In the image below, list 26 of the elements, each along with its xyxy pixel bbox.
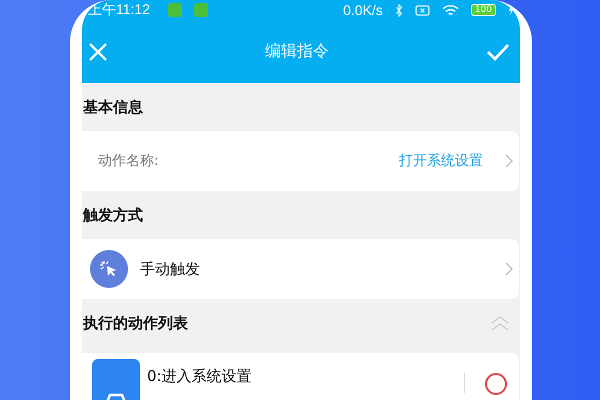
field-label: 动作名称: [98,152,159,170]
section-header: 执行的动作列表 [83,314,189,332]
chevron-icon [505,262,513,276]
trigger-row[interactable]: 手动触发 [82,239,519,299]
screen-title: 编辑指令 [264,41,330,62]
trigger-label: 手动触发 [140,260,200,278]
checkmark-icon[interactable] [486,42,510,62]
chevron-icon [505,154,513,168]
cursor-click-icon [90,250,128,288]
wifi-icon [442,4,459,16]
collapse-icon[interactable] [490,315,510,331]
remove-icon[interactable] [485,373,507,395]
action-name-row[interactable]: 动作名称: 打开系统设置 [82,131,519,191]
network-speed: 0.0K/s [343,2,383,18]
section-header: 触发方式 [83,206,144,224]
notification-icon [194,3,208,17]
field-value: 打开系统设置 [399,152,483,170]
battery-indicator: 100 [470,4,496,16]
sim-icon [414,4,430,16]
notification-icon [168,3,182,17]
settings-app-icon [92,359,140,400]
close-icon[interactable] [88,42,108,62]
action-label: 0:进入系统设置 [147,367,252,386]
bluetooth-icon [394,4,403,16]
section-header: 基本信息 [83,98,144,116]
action-row[interactable]: 0:进入系统设置 [82,353,519,400]
